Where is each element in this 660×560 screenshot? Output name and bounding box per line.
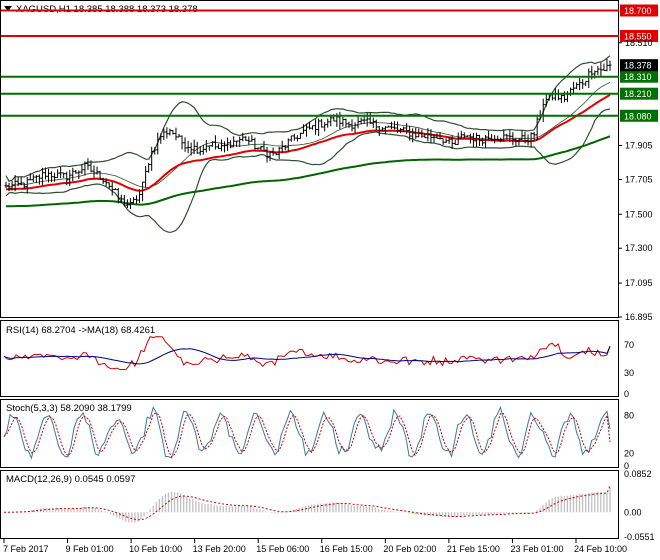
macd-title: MACD(12,26,9) 0.0545 0.0597 bbox=[6, 474, 135, 485]
current-price-label: 18.378 bbox=[624, 61, 652, 71]
macd-tick-label: 0.0852 bbox=[624, 469, 652, 479]
support-level-label: 18.210 bbox=[624, 89, 652, 99]
time-tick-label: 15 Feb 06:00 bbox=[256, 544, 309, 554]
support-level-label: 18.080 bbox=[624, 111, 652, 121]
price-tick-label: 17.500 bbox=[625, 209, 653, 219]
stoch-title: Stoch(5,3,3) 58.2090 38.1799 bbox=[6, 403, 132, 414]
time-tick-label: 16 Feb 15:00 bbox=[320, 544, 373, 554]
time-tick-label: 24 Feb 10:00 bbox=[574, 544, 627, 554]
macd-tick-label: 0.00 bbox=[624, 507, 642, 517]
time-tick-label: 21 Feb 15:00 bbox=[447, 544, 500, 554]
price-tick-label: 17.905 bbox=[625, 140, 653, 150]
price-tick-label: 17.705 bbox=[625, 174, 653, 184]
price-tick-label: 17.095 bbox=[625, 278, 653, 288]
price-tick-label: 18.510 bbox=[625, 38, 653, 48]
time-tick-label: 20 Feb 02:00 bbox=[383, 544, 436, 554]
resistance-level-label: 18.700 bbox=[624, 6, 652, 16]
macd-tick-label: -0.0551 bbox=[624, 532, 655, 542]
time-tick-label: 23 Feb 01:00 bbox=[510, 544, 563, 554]
x-axis: 7 Feb 2017 9 Feb 01:00 10 Feb 10:00 13 Feb … bbox=[3, 539, 627, 554]
chart-window: XAGUSD,H1 18.385 18.388 18.373 18.378 RS… bbox=[0, 0, 658, 554]
support-level-label: 18.310 bbox=[624, 72, 652, 82]
time-tick-label: 9 Feb 01:00 bbox=[66, 544, 114, 554]
price-tick-label: 17.300 bbox=[625, 243, 653, 253]
stoch-tick-label: 20 bbox=[624, 448, 634, 458]
rsi-tick-label: 70 bbox=[624, 340, 634, 350]
rsi-title: RSI(14) 68.2704 ->MA(18) 68.4261 bbox=[6, 325, 155, 336]
stoch-tick-label: 80 bbox=[624, 411, 634, 421]
rsi-tick-label: 30 bbox=[624, 368, 634, 378]
time-tick-label: 7 Feb 2017 bbox=[3, 544, 49, 554]
price-tick-label: 16.895 bbox=[625, 312, 653, 322]
time-tick-label: 13 Feb 20:00 bbox=[193, 544, 246, 554]
rsi-tick-label: 0 bbox=[624, 389, 629, 399]
time-tick-label: 10 Feb 10:00 bbox=[129, 544, 182, 554]
